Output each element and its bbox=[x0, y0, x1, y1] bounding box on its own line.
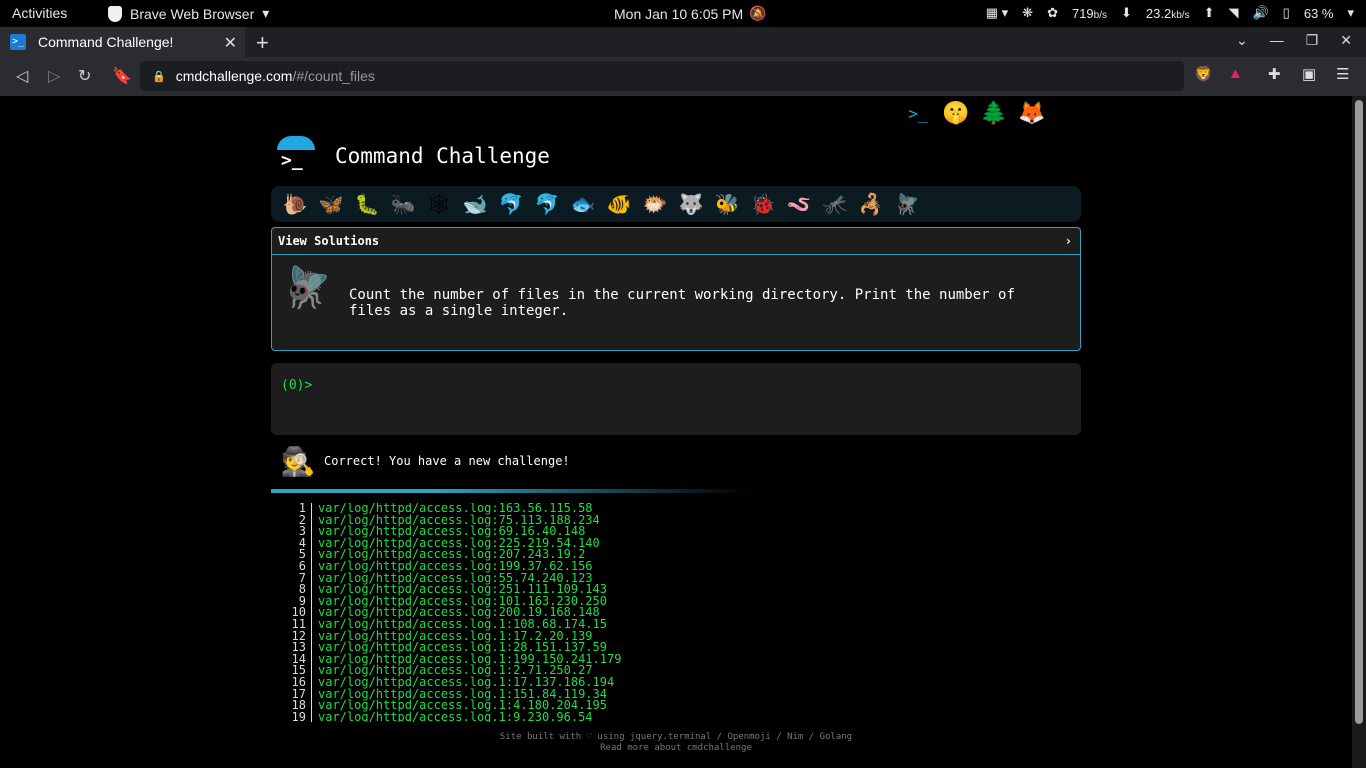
forward-icon[interactable]: ▷ bbox=[48, 66, 60, 86]
mail-icon[interactable]: ✉ bbox=[1055, 98, 1085, 128]
view-solutions-label: View Solutions bbox=[278, 234, 380, 248]
worm-icon[interactable]: 🪱 bbox=[783, 188, 815, 220]
read-more-link[interactable]: Read more about cmdchallenge bbox=[0, 743, 1352, 754]
brave-shields-icon[interactable]: 🦁 bbox=[1194, 65, 1213, 83]
shushing-face-icon[interactable]: 🤫 bbox=[941, 98, 971, 128]
chevron-down-icon[interactable]: ▾ bbox=[1347, 5, 1354, 21]
footer: Site built with ♡ using jquery.terminal … bbox=[0, 732, 1352, 754]
tab-command-challenge[interactable]: >_ Command Challenge! ✕ bbox=[0, 27, 245, 57]
arrow-up-icon: ⬆ bbox=[1203, 5, 1215, 20]
net-down-rate: 23.2kb/s bbox=[1145, 5, 1190, 21]
bee-icon[interactable]: 🐝 bbox=[711, 188, 743, 220]
terminal-prompt: (0)> bbox=[281, 378, 313, 393]
view-solutions-toggle[interactable]: View Solutions › bbox=[272, 228, 1080, 255]
terminal[interactable]: (0)> bbox=[271, 363, 1081, 435]
brave-rewards-icon[interactable]: ▲ bbox=[1228, 65, 1243, 82]
whale-icon[interactable]: 🐋 bbox=[459, 188, 491, 220]
app-menu[interactable]: Brave Web Browser ▾ bbox=[108, 5, 269, 22]
window-controls: ⌄ — ❐ ✕ bbox=[1236, 32, 1352, 49]
chevron-down-icon: ▾ bbox=[262, 5, 270, 21]
line-text: var/log/httpd/access.log.1:9.230.96.54 bbox=[318, 709, 593, 722]
address-bar[interactable]: 🔒 cmdchallenge.com/#/count_files bbox=[140, 61, 1184, 91]
dolphin-icon[interactable]: 🐬 bbox=[531, 188, 563, 220]
scrollbar-thumb[interactable] bbox=[1355, 100, 1363, 724]
wolf-icon[interactable]: 🐺 bbox=[675, 188, 707, 220]
wifi-icon[interactable]: ◥ bbox=[1228, 5, 1238, 21]
back-icon[interactable]: ◁ bbox=[16, 66, 28, 86]
maximize-icon[interactable]: ❐ bbox=[1306, 32, 1319, 49]
close-window-icon[interactable]: ✕ bbox=[1340, 32, 1352, 49]
gitlab-icon[interactable]: 🦊 bbox=[1017, 98, 1047, 128]
reload-icon[interactable]: ↻ bbox=[78, 66, 91, 86]
progress-bar bbox=[271, 489, 751, 493]
page-header: >_ Command Challenge bbox=[277, 136, 550, 176]
ant-icon[interactable]: 🐜 bbox=[387, 188, 419, 220]
brave-lion-icon bbox=[108, 5, 122, 22]
notifications-off-icon: 🔕 bbox=[749, 5, 767, 21]
tab-search-icon[interactable]: ⌄ bbox=[1236, 32, 1248, 49]
wallet-icon[interactable]: ▣ bbox=[1302, 65, 1316, 83]
extensions-icon[interactable]: ✚ bbox=[1268, 65, 1281, 83]
pawprint-icon[interactable]: ❋ bbox=[1022, 5, 1033, 21]
tree-icon[interactable]: 🌲 bbox=[979, 98, 1009, 128]
battery-icon[interactable]: ▯ bbox=[1283, 5, 1290, 21]
system-top-bar: Activities Brave Web Browser ▾ Mon Jan 1… bbox=[0, 0, 1366, 27]
challenge-card: View Solutions › 🪰 Count the number of f… bbox=[271, 227, 1081, 351]
page-title: Command Challenge bbox=[335, 144, 550, 168]
header-links: >_ 🤫 🌲 🦊 ✉ bbox=[903, 98, 1085, 128]
new-tab-button[interactable]: + bbox=[256, 30, 269, 56]
spider-web-icon[interactable]: 🕸 bbox=[423, 188, 455, 220]
terminal-favicon-icon: >_ bbox=[10, 34, 26, 50]
web-page: >_ 🤫 🌲 🦊 ✉ >_ Command Challenge 🐌 🦋 🐛 🐜 … bbox=[0, 96, 1352, 768]
lock-icon[interactable]: 🔒 bbox=[152, 70, 166, 83]
tab-strip: >_ Command Challenge! ✕ + ⌄ — ❐ ✕ bbox=[0, 27, 1366, 57]
scorpion-icon[interactable]: 🦂 bbox=[855, 188, 887, 220]
result-banner: 🕵 Correct! You have a new challenge! bbox=[280, 442, 570, 480]
bookmark-icon[interactable]: 🔖 bbox=[112, 66, 132, 86]
minimize-icon[interactable]: — bbox=[1270, 32, 1284, 49]
fish-icon[interactable]: 🐟 bbox=[567, 188, 599, 220]
terminal-logo-icon[interactable]: >_ bbox=[903, 98, 933, 128]
level-selector: 🐌 🦋 🐛 🐜 🕸 🐋 🐬 🐬 🐟 🐠 🐡 🐺 🐝 🐞 🪱 🦟 🦂 🪰 bbox=[271, 186, 1081, 222]
close-tab-icon[interactable]: ✕ bbox=[224, 33, 237, 53]
url-path: /#/count_files bbox=[292, 68, 375, 84]
butterfly-icon[interactable]: 🦋 bbox=[315, 188, 347, 220]
tab-title: Command Challenge! bbox=[38, 34, 174, 50]
command-output: 1 var/log/httpd/access.log:163.56.115.58 2… bbox=[271, 503, 741, 722]
line-number: 19 bbox=[271, 711, 312, 722]
blowfish-icon[interactable]: 🐡 bbox=[639, 188, 671, 220]
snail-icon[interactable]: 🐌 bbox=[279, 188, 311, 220]
browser-toolbar: ◁ ▷ ↻ 🔖 🔒 cmdchallenge.com/#/count_files… bbox=[0, 57, 1366, 96]
caterpillar-icon[interactable]: 🐛 bbox=[351, 188, 383, 220]
result-message: Correct! You have a new challenge! bbox=[324, 454, 570, 468]
avatar: 🕵 bbox=[280, 445, 316, 477]
tropical-fish-icon[interactable]: 🐠 bbox=[603, 188, 635, 220]
clock[interactable]: Mon Jan 10 6:05 PM 🔕 bbox=[614, 5, 767, 22]
chevron-right-icon: › bbox=[1064, 234, 1072, 248]
arrow-down-icon: ⬇ bbox=[1121, 5, 1132, 20]
clock-text: Mon Jan 10 6:05 PM bbox=[614, 5, 744, 22]
menu-icon[interactable]: ☰ bbox=[1336, 65, 1349, 83]
system-tray: ▦ ▾ ❋ ✿ 719b/s ⬇ 23.2kb/s ⬆ ◥ 🔊 ▯ 63 % ▾ bbox=[986, 5, 1354, 21]
page-scrollbar[interactable] bbox=[1352, 96, 1366, 768]
fly-icon[interactable]: 🪰 bbox=[891, 188, 923, 220]
activities-button[interactable]: Activities bbox=[12, 5, 67, 21]
dolphin-icon[interactable]: 🐬 bbox=[495, 188, 527, 220]
challenge-description: Count the number of files in the current… bbox=[349, 287, 1015, 319]
mosquito-icon[interactable]: 🦟 bbox=[819, 188, 851, 220]
output-line: 19 var/log/httpd/access.log.1:9.230.96.54 bbox=[271, 709, 741, 722]
lady-beetle-icon[interactable]: 🐞 bbox=[747, 188, 779, 220]
net-up-rate: 719b/s bbox=[1071, 5, 1108, 21]
footer-credits: Site built with ♡ using jquery.terminal … bbox=[499, 732, 853, 742]
app-name: Brave Web Browser bbox=[130, 5, 255, 22]
gnome-icon[interactable]: ✿ bbox=[1047, 5, 1058, 21]
fly-icon: 🪰 bbox=[282, 266, 332, 310]
terminal-logo-icon: >_ bbox=[277, 136, 315, 176]
battery-percent: 63 % bbox=[1303, 5, 1334, 21]
url-domain: cmdchallenge.com bbox=[175, 68, 293, 84]
volume-icon[interactable]: 🔊 bbox=[1252, 5, 1268, 21]
cpu-icon[interactable]: ▦ ▾ bbox=[986, 5, 1008, 21]
